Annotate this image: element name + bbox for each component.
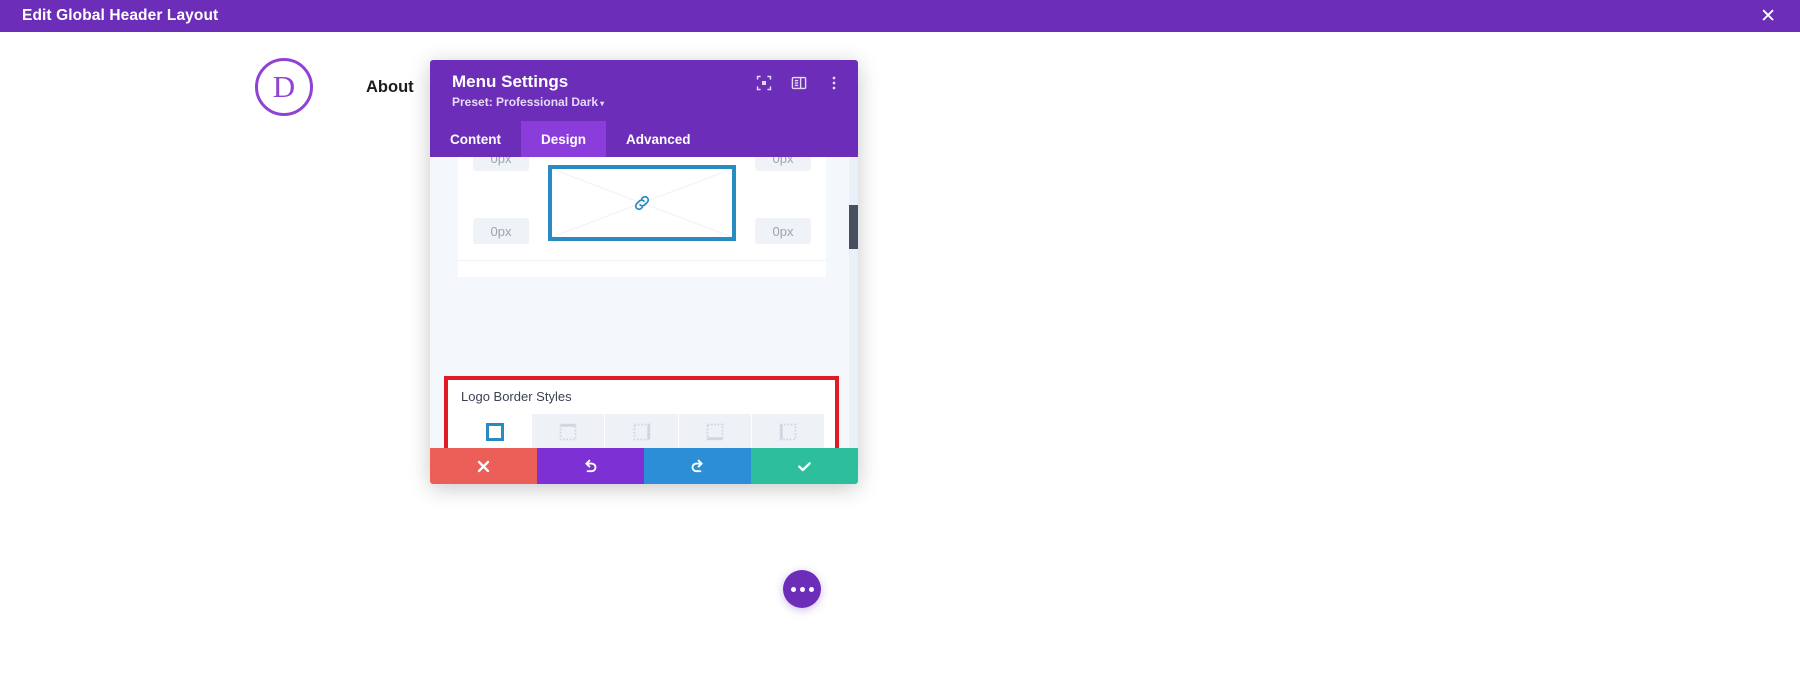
modal-tabs: Content Design Advanced — [430, 121, 858, 157]
border-style-right-button[interactable] — [605, 414, 678, 448]
save-button[interactable] — [751, 448, 858, 484]
link-icon[interactable] — [631, 192, 653, 214]
radius-top-left-input[interactable]: 0px — [473, 157, 529, 171]
modal-body: 0px 0px 0px 0px Logo Border Styles — [430, 157, 858, 448]
modal-footer-actions — [430, 448, 858, 484]
tab-design[interactable]: Design — [521, 121, 607, 157]
close-icon — [477, 460, 490, 472]
undo-icon — [585, 459, 597, 472]
layout-panel-icon[interactable] — [791, 75, 807, 91]
admin-bar: Edit Global Header Layout ✕ — [0, 0, 1800, 32]
tab-advanced[interactable]: Advanced — [606, 121, 711, 157]
preset-selector[interactable]: Preset: Professional Dark ▾ — [452, 95, 842, 109]
nav-link-about[interactable]: About — [366, 78, 414, 97]
border-style-all-button[interactable] — [459, 414, 532, 448]
settings-panel: 0px 0px 0px 0px — [458, 157, 826, 277]
menu-settings-modal: Menu Settings Preset: Professional Dark ▾ — [430, 60, 858, 484]
radius-preview-box[interactable] — [548, 165, 736, 241]
radius-bottom-right-input[interactable]: 0px — [755, 218, 811, 244]
undo-button[interactable] — [537, 448, 644, 484]
page-title: Edit Global Header Layout — [22, 7, 219, 24]
radius-bottom-left-input[interactable]: 0px — [473, 218, 529, 244]
border-style-left-button[interactable] — [751, 414, 825, 448]
border-style-bottom-button[interactable] — [678, 414, 751, 448]
close-icon[interactable]: ✕ — [1754, 5, 1782, 28]
border-all-icon — [486, 423, 505, 441]
modal-header: Menu Settings Preset: Professional Dark ▾ — [430, 60, 858, 121]
modal-header-icons — [756, 75, 842, 91]
page-canvas: D About Blog Cont Menu Settings Preset: … — [0, 32, 1800, 700]
three-dots-icon — [790, 586, 796, 592]
chevron-down-icon: ▾ — [600, 99, 605, 109]
border-bottom-icon — [706, 423, 724, 441]
radius-top-right-input[interactable]: 0px — [755, 157, 811, 171]
preset-label: Preset: Professional Dark — [452, 95, 599, 110]
more-vertical-icon[interactable] — [826, 75, 842, 91]
three-dots-icon-3 — [808, 586, 814, 592]
border-style-top-button[interactable] — [532, 414, 605, 448]
border-left-icon — [779, 423, 797, 441]
three-dots-icon-2 — [799, 586, 805, 592]
builder-menu-fab[interactable] — [783, 570, 821, 608]
logo-border-styles-section: Logo Border Styles — [444, 376, 839, 448]
border-right-icon — [633, 423, 650, 441]
site-header: D About Blog Cont — [0, 32, 1800, 142]
site-logo[interactable]: D — [255, 58, 313, 116]
focus-target-icon[interactable] — [756, 75, 772, 91]
border-style-options — [459, 414, 825, 448]
cancel-button[interactable] — [430, 448, 537, 484]
logo-letter: D — [272, 68, 296, 104]
section-label: Logo Border Styles — [461, 389, 572, 404]
redo-icon — [691, 459, 703, 472]
redo-button[interactable] — [644, 448, 751, 484]
modal-scrollbar-thumb[interactable] — [849, 205, 858, 249]
check-icon — [798, 461, 811, 471]
modal-scrollbar-track[interactable] — [849, 157, 858, 448]
border-radius-control: 0px 0px 0px 0px — [458, 157, 826, 261]
border-top-icon — [559, 423, 577, 441]
tab-content[interactable]: Content — [430, 121, 521, 157]
